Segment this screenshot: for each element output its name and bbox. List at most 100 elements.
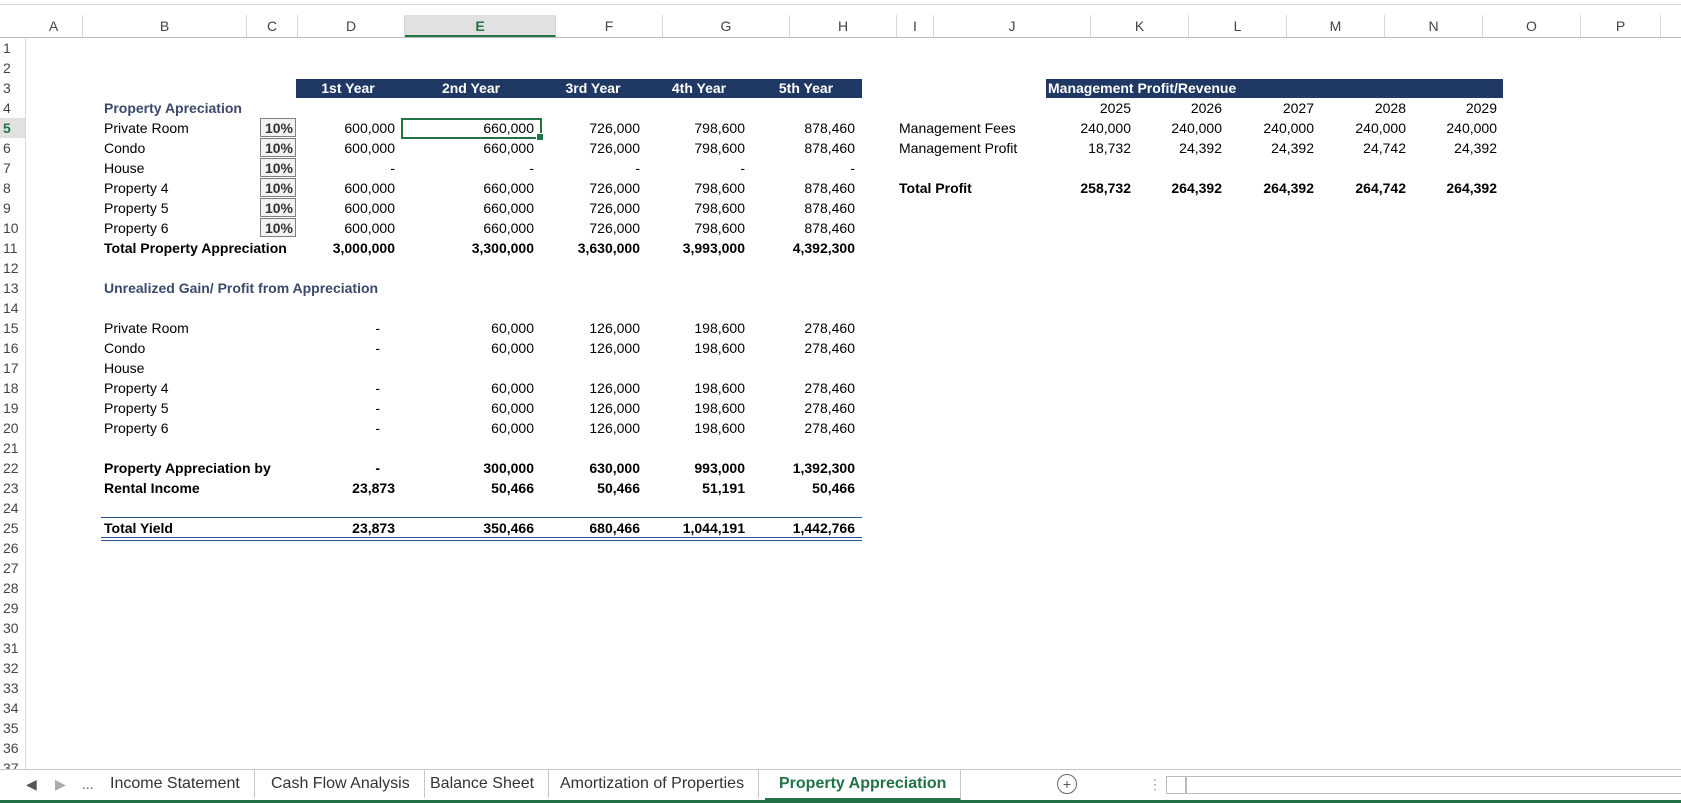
column-header-o[interactable]: O bbox=[1483, 15, 1581, 37]
appreciation-value-y3[interactable]: - bbox=[520, 158, 640, 178]
column-header-m[interactable]: M bbox=[1287, 15, 1385, 37]
management-profit-value[interactable]: 24,392 bbox=[1397, 138, 1497, 158]
gain-value-y4[interactable]: 198,600 bbox=[625, 318, 745, 338]
sheet-tab-property-appreciation[interactable]: Property Appreciation bbox=[765, 770, 962, 801]
gain-value-y2[interactable]: 60,000 bbox=[414, 398, 534, 418]
appreciation-value-y5[interactable]: 878,460 bbox=[735, 198, 855, 218]
next-sheet-icon[interactable]: ▶ bbox=[55, 770, 66, 798]
appreciation-value-y1[interactable]: 600,000 bbox=[275, 138, 395, 158]
total-appreciation-value-y2[interactable]: 3,300,000 bbox=[414, 238, 534, 258]
scroll-left-arrow[interactable] bbox=[1166, 776, 1186, 794]
column-header-f[interactable]: F bbox=[556, 15, 663, 37]
appreciation-value-y2[interactable]: - bbox=[414, 158, 534, 178]
row-header-24[interactable]: 24 bbox=[0, 498, 25, 518]
sheet-tab-cash-flow-analysis[interactable]: Cash Flow Analysis bbox=[257, 770, 425, 798]
row-header-5[interactable]: 5 bbox=[0, 118, 25, 138]
appreciation-value-y2[interactable]: 660,000 bbox=[414, 218, 534, 238]
column-header-d[interactable]: D bbox=[298, 15, 405, 37]
appreciation-value-y1[interactable]: 600,000 bbox=[275, 178, 395, 198]
gain-value-y1[interactable]: - bbox=[260, 378, 380, 398]
column-header-l[interactable]: L bbox=[1189, 15, 1287, 37]
management-total-value[interactable]: 258,732 bbox=[1031, 178, 1131, 198]
appreciation-value-y4[interactable]: 798,600 bbox=[625, 218, 745, 238]
gain-value-y2[interactable]: 60,000 bbox=[414, 338, 534, 358]
row-header-15[interactable]: 15 bbox=[0, 318, 25, 338]
management-fees-value[interactable]: 240,000 bbox=[1214, 118, 1314, 138]
gain-value-y3[interactable] bbox=[520, 358, 640, 378]
row-header-33[interactable]: 33 bbox=[0, 678, 25, 698]
row-header-19[interactable]: 19 bbox=[0, 398, 25, 418]
appreciation-by-y3[interactable]: 630,000 bbox=[520, 458, 640, 478]
row-header-4[interactable]: 4 bbox=[0, 98, 25, 118]
gain-value-y5[interactable]: 278,460 bbox=[735, 398, 855, 418]
appreciation-value-y1[interactable]: - bbox=[275, 158, 395, 178]
appreciation-value-y3[interactable]: 726,000 bbox=[520, 198, 640, 218]
management-total-value[interactable]: 264,392 bbox=[1122, 178, 1222, 198]
selected-cell-e5[interactable] bbox=[401, 118, 544, 141]
gain-value-y5[interactable] bbox=[735, 358, 855, 378]
management-profit-value[interactable]: 24,392 bbox=[1122, 138, 1222, 158]
gain-value-y4[interactable]: 198,600 bbox=[625, 338, 745, 358]
column-header-g[interactable]: G bbox=[663, 15, 790, 37]
row-header-2[interactable]: 2 bbox=[0, 58, 25, 78]
rental-income-value-y5[interactable]: 50,466 bbox=[735, 478, 855, 498]
appreciation-value-y2[interactable]: 660,000 bbox=[414, 198, 534, 218]
total-appreciation-value-y3[interactable]: 3,630,000 bbox=[520, 238, 640, 258]
gain-value-y1[interactable]: - bbox=[260, 418, 380, 438]
appreciation-value-y1[interactable]: 600,000 bbox=[275, 218, 395, 238]
gain-value-y4[interactable]: 198,600 bbox=[625, 418, 745, 438]
row-header-18[interactable]: 18 bbox=[0, 378, 25, 398]
row-header-30[interactable]: 30 bbox=[0, 618, 25, 638]
gain-value-y3[interactable]: 126,000 bbox=[520, 378, 640, 398]
gain-value-y2[interactable]: 60,000 bbox=[414, 378, 534, 398]
management-fees-value[interactable]: 240,000 bbox=[1031, 118, 1131, 138]
management-total-value[interactable]: 264,392 bbox=[1214, 178, 1314, 198]
row-header-14[interactable]: 14 bbox=[0, 298, 25, 318]
gain-value-y4[interactable] bbox=[625, 358, 745, 378]
gain-value-y1[interactable]: - bbox=[260, 338, 380, 358]
row-header-25[interactable]: 25 bbox=[0, 518, 25, 538]
management-profit-value[interactable]: 24,742 bbox=[1306, 138, 1406, 158]
column-header-e[interactable]: E bbox=[405, 15, 556, 37]
column-header-c[interactable]: C bbox=[247, 15, 298, 37]
row-header-20[interactable]: 20 bbox=[0, 418, 25, 438]
gain-value-y1[interactable] bbox=[260, 358, 380, 378]
appreciation-value-y4[interactable]: 798,600 bbox=[625, 178, 745, 198]
gain-value-y2[interactable]: 60,000 bbox=[414, 318, 534, 338]
row-header-10[interactable]: 10 bbox=[0, 218, 25, 238]
gain-value-y4[interactable]: 198,600 bbox=[625, 398, 745, 418]
management-fees-value[interactable]: 240,000 bbox=[1122, 118, 1222, 138]
prev-sheet-icon[interactable]: ◀ bbox=[26, 770, 37, 798]
add-sheet-icon[interactable]: + bbox=[1057, 774, 1077, 794]
sheet-tab-income-statement[interactable]: Income Statement bbox=[96, 770, 255, 798]
management-total-value[interactable]: 264,392 bbox=[1397, 178, 1497, 198]
appreciation-value-y2[interactable]: 660,000 bbox=[414, 138, 534, 158]
total-appreciation-value-y1[interactable]: 3,000,000 bbox=[275, 238, 395, 258]
row-header-27[interactable]: 27 bbox=[0, 558, 25, 578]
appreciation-value-y2[interactable]: 660,000 bbox=[414, 178, 534, 198]
management-fees-value[interactable]: 240,000 bbox=[1306, 118, 1406, 138]
row-header-6[interactable]: 6 bbox=[0, 138, 25, 158]
appreciation-value-y5[interactable]: - bbox=[735, 158, 855, 178]
row-header-28[interactable]: 28 bbox=[0, 578, 25, 598]
row-header-13[interactable]: 13 bbox=[0, 278, 25, 298]
appreciation-value-y5[interactable]: 878,460 bbox=[735, 178, 855, 198]
row-header-36[interactable]: 36 bbox=[0, 738, 25, 758]
row-header-35[interactable]: 35 bbox=[0, 718, 25, 738]
management-fees-value[interactable]: 240,000 bbox=[1397, 118, 1497, 138]
appreciation-by-y2[interactable]: 300,000 bbox=[414, 458, 534, 478]
appreciation-value-y3[interactable]: 726,000 bbox=[520, 178, 640, 198]
column-header-p[interactable]: P bbox=[1581, 15, 1661, 37]
total-yield-value-y2[interactable]: 350,466 bbox=[414, 518, 534, 538]
management-profit-value[interactable]: 18,732 bbox=[1031, 138, 1131, 158]
total-appreciation-value-y4[interactable]: 3,993,000 bbox=[625, 238, 745, 258]
gain-value-y2[interactable] bbox=[414, 358, 534, 378]
worksheet-grid[interactable]: 1st Year 2nd Year 3rd Year 4th Year 5th Year… bbox=[26, 38, 1681, 769]
row-header-11[interactable]: 11 bbox=[0, 238, 25, 258]
column-header-b[interactable]: B bbox=[83, 15, 247, 37]
row-header-22[interactable]: 22 bbox=[0, 458, 25, 478]
management-total-value[interactable]: 264,742 bbox=[1306, 178, 1406, 198]
row-header-7[interactable]: 7 bbox=[0, 158, 25, 178]
appreciation-value-y4[interactable]: 798,600 bbox=[625, 118, 745, 138]
row-header-1[interactable]: 1 bbox=[0, 38, 25, 58]
